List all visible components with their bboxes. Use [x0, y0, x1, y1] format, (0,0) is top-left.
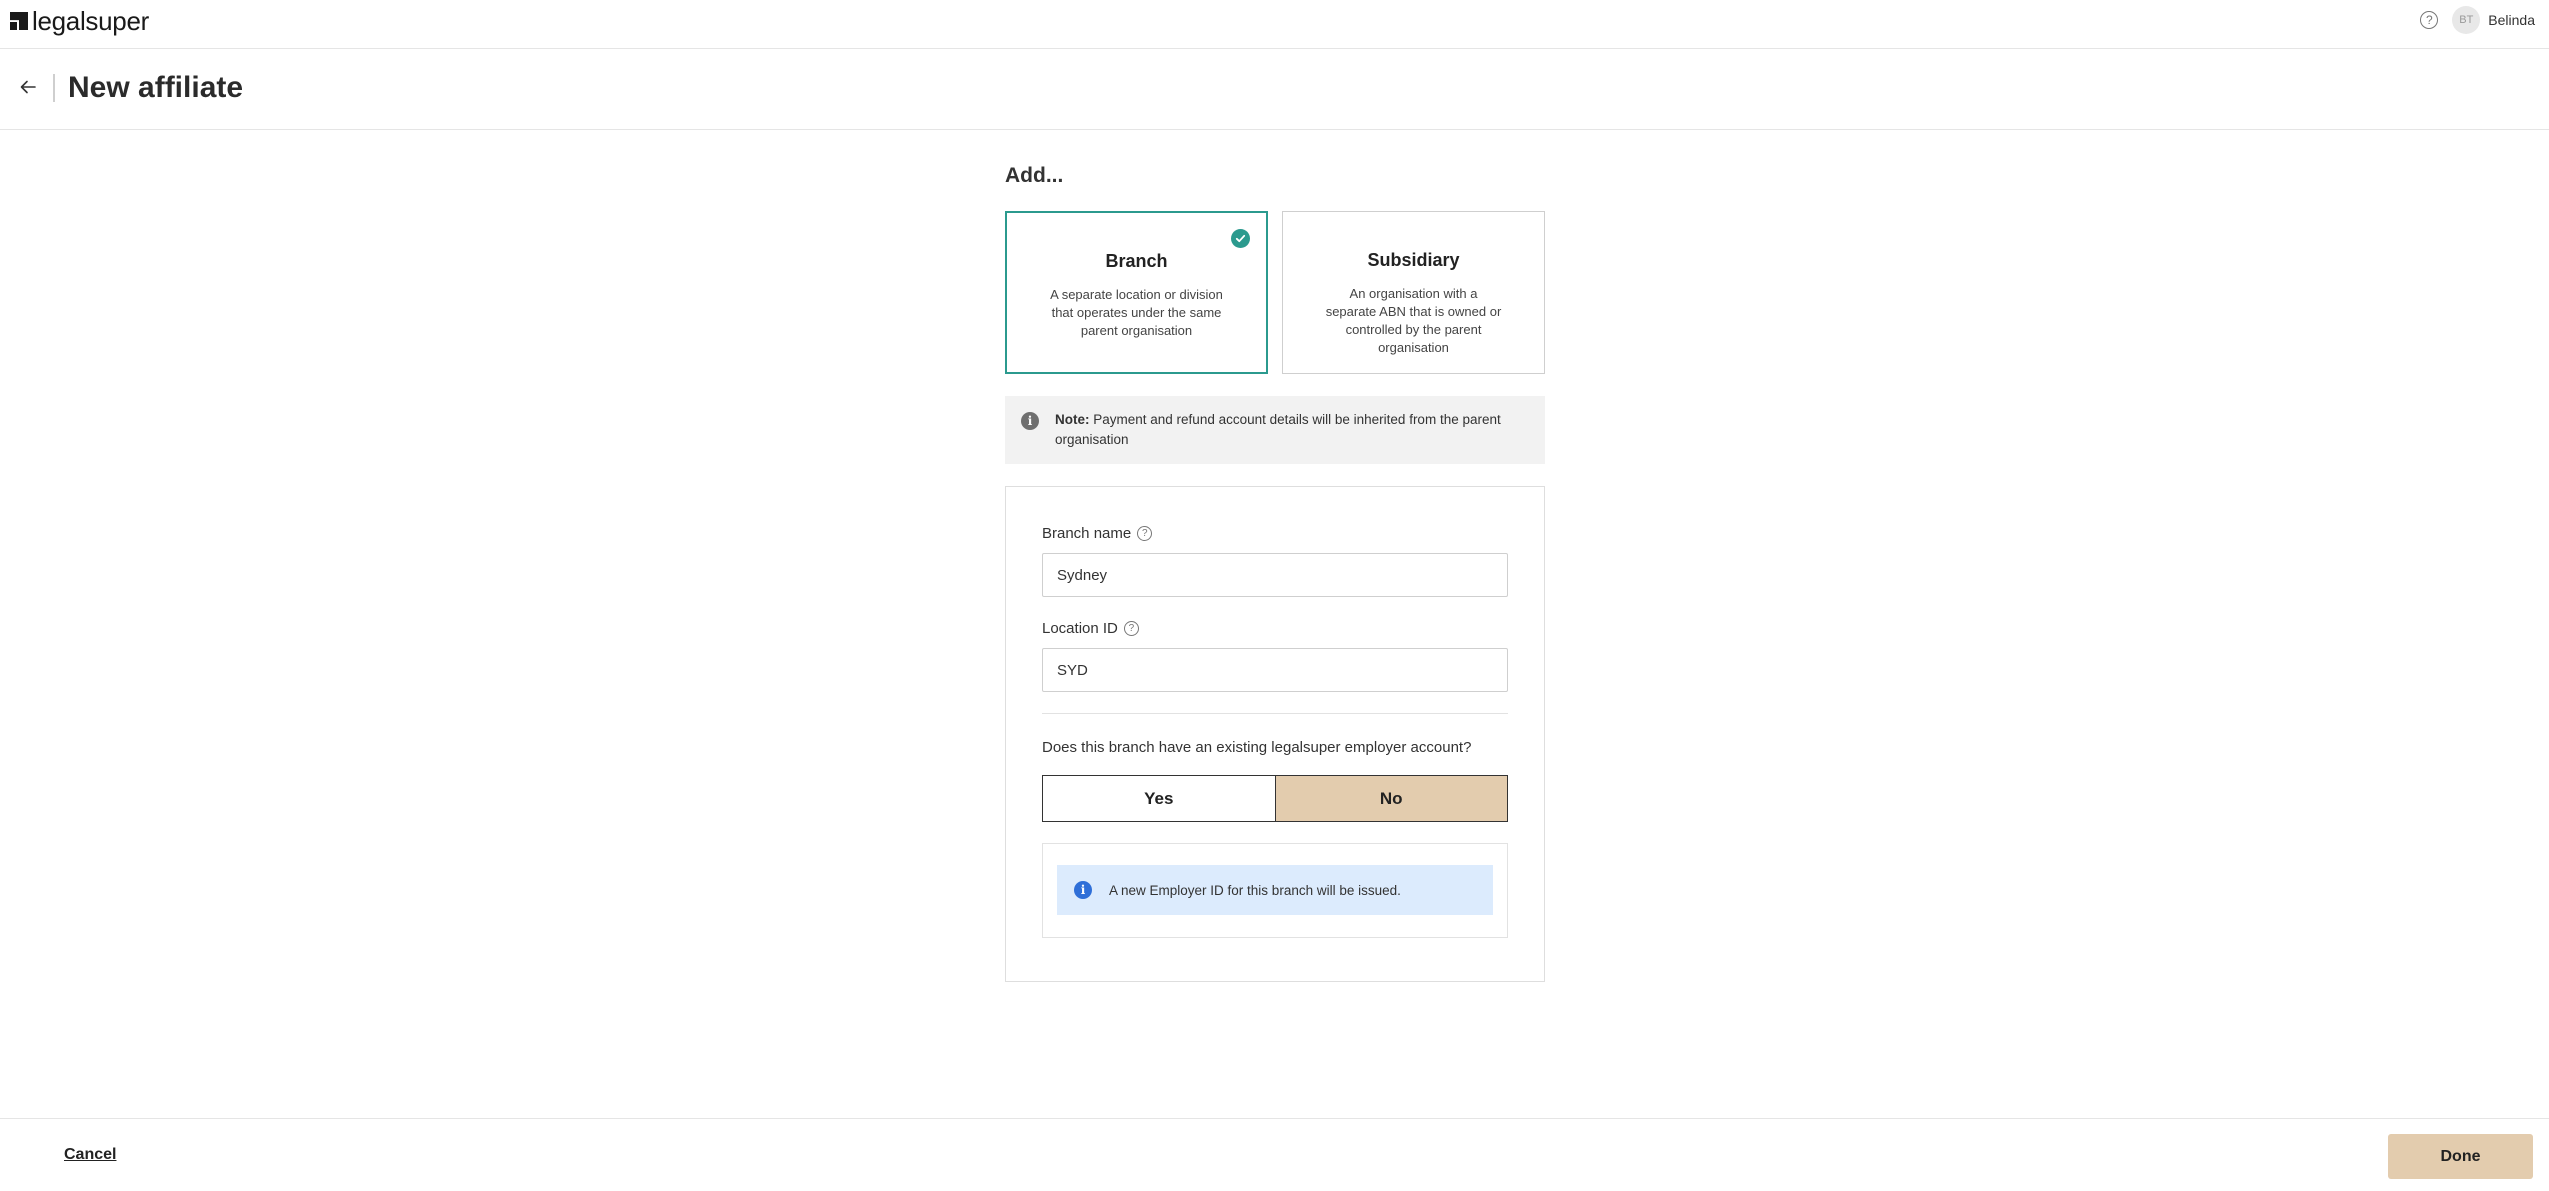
info-icon: i	[1021, 412, 1039, 430]
add-label: Add...	[1005, 164, 1064, 187]
note-prefix: Note:	[1055, 412, 1090, 427]
location-id-label: Location ID	[1042, 620, 1118, 637]
branch-name-label: Branch name	[1042, 525, 1132, 542]
help-icon[interactable]: ?	[2420, 11, 2439, 29]
branch-option-description: A separate location or division that ope…	[1050, 287, 1223, 338]
logo-text: legalsuper	[32, 5, 149, 36]
cancel-link[interactable]: Cancel	[64, 1146, 116, 1164]
subsidiary-option-title: Subsidiary	[1367, 250, 1460, 270]
top-bar: legalsuper ? BT Belinda	[0, 0, 2549, 49]
app-logo[interactable]: legalsuper	[10, 6, 149, 36]
subsidiary-option-card[interactable]: Subsidiary An organisation with a separa…	[1282, 211, 1545, 374]
no-button[interactable]: No	[1275, 776, 1507, 821]
done-button[interactable]: Done	[2388, 1134, 2533, 1179]
form-divider	[1042, 713, 1508, 714]
page-title: New affiliate	[68, 71, 244, 104]
page-header: New affiliate	[0, 49, 2549, 130]
existing-account-question: Does this branch have an existing legals…	[1042, 739, 1472, 756]
existing-account-toggle: Yes No	[1042, 775, 1508, 822]
avatar[interactable]: BT	[2452, 6, 2481, 34]
info-icon: i	[1074, 881, 1092, 899]
user-name[interactable]: Belinda	[2488, 12, 2535, 28]
subsidiary-option-description: An organisation with a separate ABN that…	[1325, 286, 1502, 355]
location-id-label-row: Location ID ?	[1042, 620, 1139, 637]
footer-bar: Cancel Done	[0, 1118, 2549, 1191]
help-icon[interactable]: ?	[1123, 621, 1139, 636]
top-right-controls: ? BT Belinda	[2420, 6, 2535, 34]
help-icon[interactable]: ?	[1137, 526, 1153, 541]
branch-option-card[interactable]: Branch A separate location or division t…	[1005, 211, 1268, 374]
back-arrow-icon[interactable]	[18, 77, 38, 97]
employer-id-info-panel: i A new Employer ID for this branch will…	[1042, 843, 1508, 938]
yes-button[interactable]: Yes	[1043, 776, 1276, 821]
check-circle-icon	[1231, 229, 1250, 248]
branch-option-title: Branch	[1105, 251, 1168, 271]
info-banner: i A new Employer ID for this branch will…	[1057, 865, 1493, 915]
branch-name-input[interactable]	[1042, 553, 1508, 597]
note-text: Payment and refund account details will …	[1055, 412, 1501, 447]
info-banner-text: A new Employer ID for this branch will b…	[1109, 882, 1401, 898]
branch-form-card: Branch name ? Location ID ? Does this br…	[1005, 486, 1545, 982]
location-id-input[interactable]	[1042, 648, 1508, 692]
header-divider	[53, 74, 55, 102]
inheritance-note: i Note: Payment and refund account detai…	[1005, 396, 1545, 464]
logo-mark-icon	[10, 12, 28, 30]
branch-name-label-row: Branch name ?	[1042, 525, 1153, 542]
